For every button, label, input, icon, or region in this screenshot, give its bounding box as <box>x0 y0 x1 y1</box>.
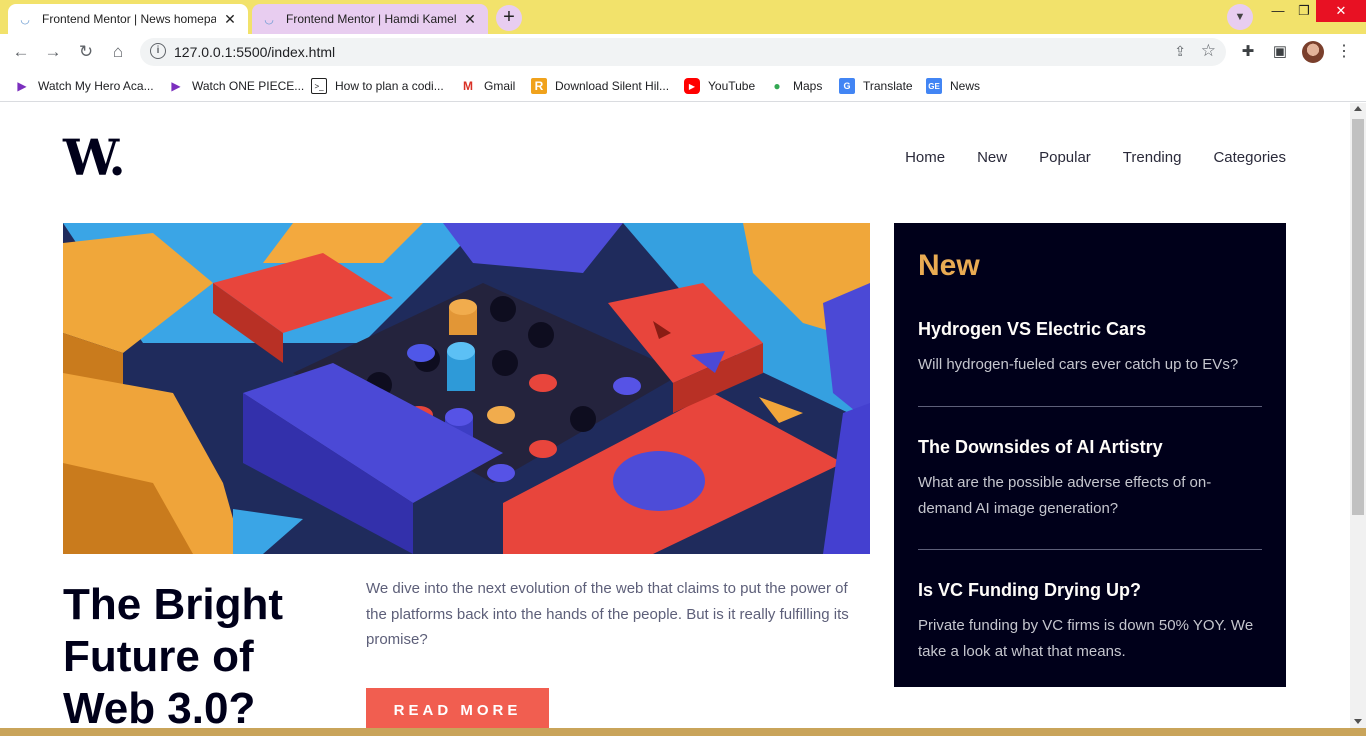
maps-icon: ● <box>773 79 781 93</box>
bookmark-label: How to plan a codi... <box>335 79 444 93</box>
site-info-icon[interactable]: i <box>150 43 166 59</box>
reload-icon[interactable]: ↻ <box>75 41 97 63</box>
hero-blocks-illustration <box>63 223 870 554</box>
extensions-puzzle-icon[interactable]: ✚ <box>1238 42 1258 62</box>
bookmark-label: YouTube <box>708 79 756 93</box>
bookmarks-bar: ▶ Watch My Hero Aca... ▶ Watch ONE PIECE… <box>0 70 1366 102</box>
browser-menu-icon[interactable]: ⋮ <box>1336 42 1352 62</box>
r-icon: R <box>531 78 547 94</box>
new-article-desc: Will hydrogen-fueled cars ever catch up … <box>918 356 1239 373</box>
read-more-button[interactable]: READ MORE <box>366 688 549 728</box>
tab-hamdi-kamel[interactable]: ◡ Frontend Mentor | Hamdi Kamel ✕ <box>252 4 488 34</box>
new-articles-panel: New Hydrogen VS Electric Cars Will hydro… <box>894 223 1286 687</box>
bookmark-label: Download Silent Hil... <box>555 79 670 93</box>
bookmark-item[interactable]: ▶ YouTube <box>684 76 755 96</box>
scroll-up-arrow-icon[interactable] <box>1354 106 1362 111</box>
hero-image <box>63 223 870 554</box>
hero-lead-text: We dive into the next evolution of the w… <box>366 580 849 648</box>
bookmark-label: Translate <box>863 79 913 93</box>
site-nav: Home New Popular Trending Categories <box>905 149 1286 166</box>
tab-strip: ◡ Frontend Mentor | News homepa ✕ ◡ Fron… <box>0 0 1366 34</box>
share-icon[interactable]: ⇪ <box>1174 43 1186 60</box>
bookmark-label: Watch My Hero Aca... <box>38 79 154 93</box>
close-window-icon[interactable]: ✕ <box>1316 0 1366 22</box>
home-icon[interactable]: ⌂ <box>107 41 129 63</box>
divider <box>918 549 1262 550</box>
nav-trending[interactable]: Trending <box>1123 149 1182 166</box>
play-icon: ▶ <box>17 79 27 93</box>
nav-categories[interactable]: Categories <box>1213 149 1286 166</box>
address-bar[interactable]: i 127.0.0.1:5500/index.html ⇪ ☆ <box>140 38 1226 66</box>
bookmark-item[interactable]: ▶ Watch ONE PIECE... <box>168 76 304 96</box>
bookmark-item[interactable]: G Translate <box>839 76 913 96</box>
new-article-item[interactable]: Hydrogen VS Electric Cars Will hydrogen-… <box>918 319 1262 378</box>
new-article-title[interactable]: Is VC Funding Drying Up? <box>918 580 1262 601</box>
frontend-mentor-favicon-icon: ◡ <box>264 13 274 26</box>
nav-popular[interactable]: Popular <box>1039 149 1091 166</box>
close-tab-icon[interactable]: ✕ <box>222 11 238 27</box>
bookmark-item[interactable]: ● Maps <box>769 76 822 96</box>
play-icon: ▶ <box>171 79 181 93</box>
bookmark-item[interactable]: >_ How to plan a codi... <box>311 76 444 96</box>
bookmark-item[interactable]: ▶ Watch My Hero Aca... <box>14 76 154 96</box>
new-article-desc: Private funding by VC firms is down 50% … <box>918 617 1254 660</box>
divider <box>918 406 1262 407</box>
bookmark-label: Maps <box>793 79 823 93</box>
back-arrow-icon[interactable]: ← <box>10 41 32 63</box>
tab-news-homepage[interactable]: ◡ Frontend Mentor | News homepa ✕ <box>8 4 248 34</box>
terminal-icon: >_ <box>311 78 327 94</box>
new-article-item[interactable]: The Downsides of AI Artistry What are th… <box>918 437 1262 521</box>
scrollbar-thumb[interactable] <box>1352 119 1364 515</box>
nav-new[interactable]: New <box>977 149 1007 166</box>
frontend-mentor-favicon-icon: ◡ <box>20 13 30 26</box>
desktop-taskbar-edge <box>0 728 1366 736</box>
site-logo[interactable]: W. <box>63 133 126 183</box>
youtube-icon: ▶ <box>684 78 700 94</box>
browser-toolbar: ← → ↻ ⌂ i 127.0.0.1:5500/index.html ⇪ ☆ … <box>0 34 1366 70</box>
nav-home[interactable]: Home <box>905 149 945 166</box>
gmail-icon: M <box>463 79 473 93</box>
hero-headline: The Bright Future of Web 3.0? <box>63 580 283 728</box>
new-tab-button[interactable]: + <box>496 5 522 31</box>
page-viewport: W. Home New Popular Trending Categories <box>0 103 1350 728</box>
bookmark-label: Gmail <box>484 79 516 93</box>
bookmark-label: News <box>950 79 981 93</box>
side-panel-icon[interactable]: ▣ <box>1270 42 1290 62</box>
bookmark-star-icon[interactable]: ☆ <box>1201 41 1216 61</box>
new-panel-heading: New <box>918 249 980 282</box>
tab-search-chevron-icon[interactable]: ▼ <box>1227 4 1253 30</box>
bookmark-label: Watch ONE PIECE... <box>192 79 305 93</box>
bookmark-item[interactable]: M Gmail <box>460 76 515 96</box>
close-tab-icon[interactable]: ✕ <box>462 11 478 27</box>
tab-title: Frontend Mentor | News homepa <box>42 12 216 26</box>
tab-title: Frontend Mentor | Hamdi Kamel <box>286 12 456 26</box>
translate-icon: G <box>839 78 855 94</box>
page-scrollbar[interactable] <box>1350 103 1366 728</box>
new-article-desc: What are the possible adverse effects of… <box>918 474 1212 517</box>
forward-arrow-icon[interactable]: → <box>42 41 64 63</box>
url-text[interactable]: 127.0.0.1:5500/index.html <box>174 44 335 60</box>
news-icon: GE <box>926 78 942 94</box>
new-article-title[interactable]: The Downsides of AI Artistry <box>918 437 1262 458</box>
scroll-down-arrow-icon[interactable] <box>1354 719 1362 724</box>
new-article-title[interactable]: Hydrogen VS Electric Cars <box>918 319 1262 340</box>
bookmark-item[interactable]: R Download Silent Hil... <box>531 76 669 96</box>
bookmark-item[interactable]: GE News <box>926 76 980 96</box>
new-article-item[interactable]: Is VC Funding Drying Up? Private funding… <box>918 580 1262 664</box>
profile-avatar[interactable] <box>1302 41 1324 63</box>
